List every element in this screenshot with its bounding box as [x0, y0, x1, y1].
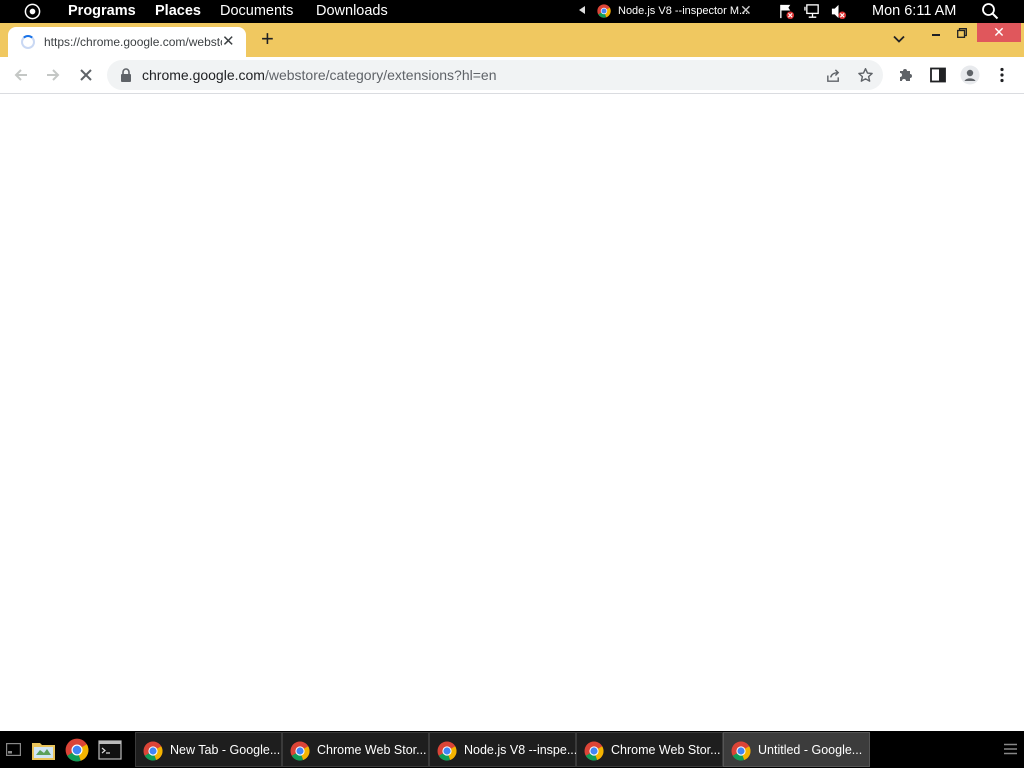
- extensions-puzzle-icon[interactable]: [897, 66, 915, 84]
- window-list-left-arrow-icon[interactable]: [579, 6, 585, 14]
- window-close-icon[interactable]: ✕: [740, 2, 752, 19]
- tab-close-icon[interactable]: ✕: [222, 32, 235, 50]
- menu-programs[interactable]: Programs: [68, 3, 136, 19]
- taskbar-item-label: New Tab - Google...: [170, 743, 281, 757]
- show-desktop-icon[interactable]: [6, 743, 21, 756]
- taskbar-item-active[interactable]: Untitled - Google...: [723, 732, 870, 767]
- page-content: [0, 94, 1024, 731]
- top-panel: Programs Places Documents Downloads Node…: [0, 0, 1024, 23]
- forward-button[interactable]: [44, 66, 62, 84]
- back-button[interactable]: [12, 66, 30, 84]
- menu-downloads[interactable]: Downloads: [316, 3, 388, 19]
- file-manager-icon[interactable]: [31, 738, 56, 762]
- restore-button[interactable]: [957, 28, 967, 38]
- side-panel-icon[interactable]: [929, 66, 947, 84]
- taskbar: New Tab - Google... Chrome Web Stor... N…: [0, 731, 1024, 768]
- lock-icon[interactable]: [120, 68, 132, 82]
- url-text[interactable]: chrome.google.com/webstore/category/exte…: [142, 67, 497, 83]
- chrome-icon: [597, 4, 611, 18]
- chrome-icon: [584, 741, 604, 761]
- menu-icon[interactable]: [1004, 743, 1017, 755]
- taskbar-item[interactable]: Chrome Web Stor...: [576, 732, 723, 767]
- taskbar-item[interactable]: New Tab - Google...: [135, 732, 282, 767]
- address-bar[interactable]: chrome.google.com/webstore/category/exte…: [107, 60, 883, 90]
- terminal-icon[interactable]: [98, 738, 122, 762]
- browser-toolbar: chrome.google.com/webstore/category/exte…: [0, 57, 1024, 94]
- activities-icon[interactable]: [24, 3, 41, 20]
- new-tab-button[interactable]: +: [261, 28, 274, 50]
- tab-strip: https://chrome.google.com/webstore/categ…: [0, 23, 1024, 57]
- close-window-button[interactable]: ✕: [977, 23, 1021, 42]
- minimize-button[interactable]: [932, 34, 940, 36]
- chrome-icon: [290, 741, 310, 761]
- clock[interactable]: Mon 6:11 AM: [872, 3, 956, 19]
- taskbar-item-label: Chrome Web Stor...: [611, 743, 721, 757]
- taskbar-item-label: Node.js V8 --inspe...: [464, 743, 578, 757]
- chevron-down-icon[interactable]: [892, 32, 906, 46]
- volume-muted-icon[interactable]: [830, 3, 847, 20]
- url-domain: chrome.google.com: [142, 67, 265, 83]
- share-icon[interactable]: [825, 67, 842, 84]
- search-icon[interactable]: [981, 2, 999, 20]
- taskbar-item[interactable]: Chrome Web Stor...: [282, 732, 429, 767]
- taskbar-item-label: Untitled - Google...: [758, 743, 863, 757]
- network-icon[interactable]: [804, 3, 821, 20]
- taskbar-item-label: Chrome Web Stor...: [317, 743, 427, 757]
- taskbar-item[interactable]: Node.js V8 --inspe...: [429, 732, 578, 767]
- bookmark-star-icon[interactable]: [857, 67, 874, 84]
- profile-avatar-icon[interactable]: [960, 65, 980, 85]
- menu-places[interactable]: Places: [155, 3, 201, 19]
- keyboard-layout-icon[interactable]: [778, 3, 795, 20]
- active-window-title[interactable]: Node.js V8 --inspector M...: [618, 5, 748, 17]
- url-path: /webstore/category/extensions?hl=en: [264, 67, 497, 83]
- chrome-icon: [143, 741, 163, 761]
- chrome-launcher-icon[interactable]: [65, 738, 89, 762]
- tab-active[interactable]: https://chrome.google.com/webstore/categ…: [8, 27, 246, 57]
- chrome-icon: [731, 741, 751, 761]
- tab-title: https://chrome.google.com/webstore/categ…: [44, 35, 222, 49]
- more-menu-icon[interactable]: [993, 66, 1011, 84]
- chrome-icon: [437, 741, 457, 761]
- stop-loading-button[interactable]: [77, 66, 95, 84]
- loading-spinner-icon: [21, 35, 35, 49]
- menu-documents[interactable]: Documents: [220, 3, 293, 19]
